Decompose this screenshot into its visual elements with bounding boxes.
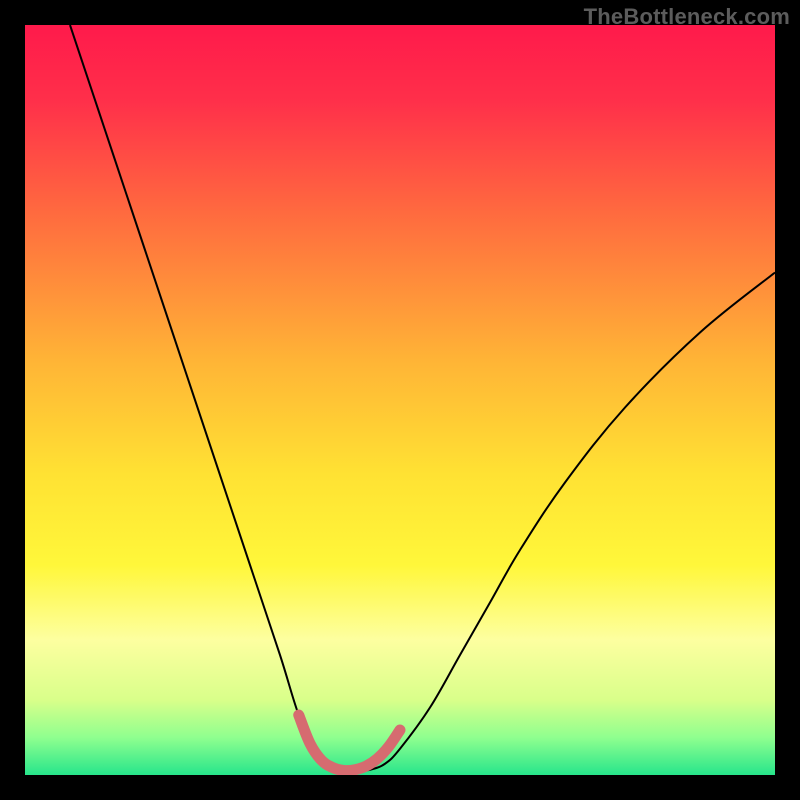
chart-frame: TheBottleneck.com — [0, 0, 800, 800]
plot-area — [25, 25, 775, 775]
watermark-text: TheBottleneck.com — [584, 4, 790, 30]
curve-layer — [25, 25, 775, 775]
bottom-marker — [299, 715, 400, 771]
bottleneck-curve — [70, 25, 775, 771]
